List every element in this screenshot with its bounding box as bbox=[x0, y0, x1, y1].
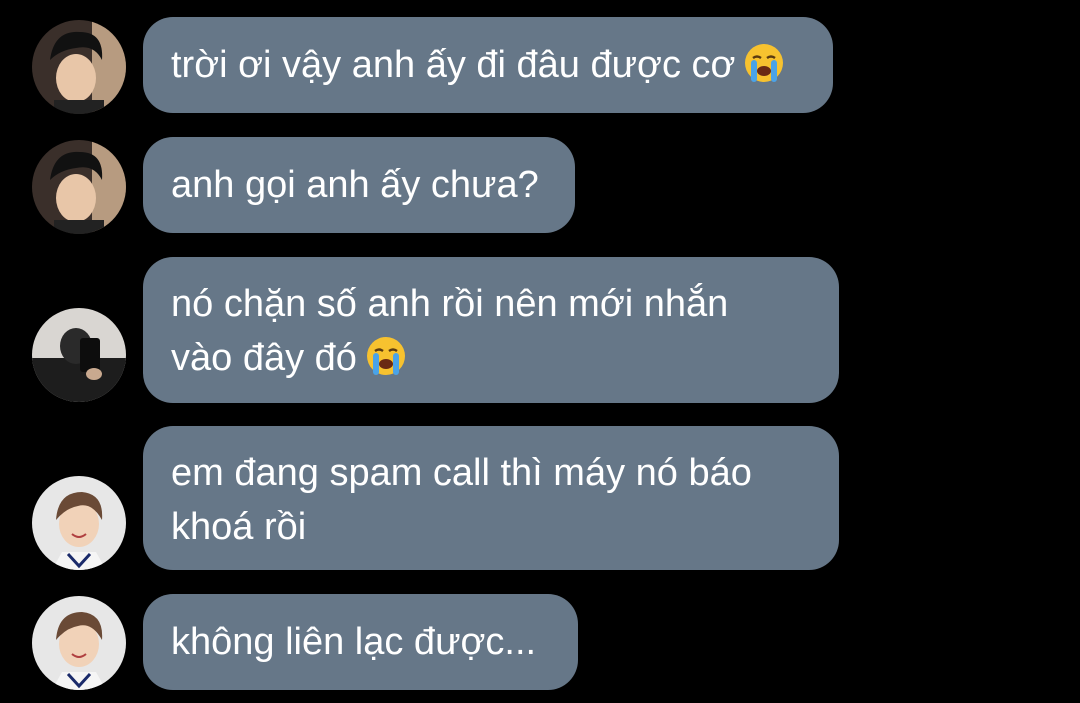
avatar-user-a-image bbox=[32, 20, 126, 114]
message-row: không liên lạc được... bbox=[0, 594, 1080, 690]
message-bubble[interactable]: trời ơi vậy anh ấy đi đâu được cơ bbox=[143, 17, 833, 113]
message-row: trời ơi vậy anh ấy đi đâu được cơ bbox=[0, 17, 1080, 114]
avatar-user-a-image bbox=[32, 140, 126, 234]
message-text: em đang spam call thì máy nó báo khoá rồ… bbox=[171, 452, 752, 548]
avatar-user-b-image bbox=[32, 308, 126, 402]
message-text: không liên lạc được... bbox=[171, 621, 537, 663]
message-text: trời ơi vậy anh ấy đi đâu được cơ bbox=[171, 44, 736, 86]
message-bubble[interactable]: anh gọi anh ấy chưa? bbox=[143, 137, 575, 233]
chat-thread: trời ơi vậy anh ấy đi đâu được cơ anh gọ… bbox=[0, 0, 1080, 703]
message-text: anh gọi anh ấy chưa? bbox=[171, 164, 539, 206]
message-text: nó chặn số anh rồi nên mới nhắn vào đây … bbox=[171, 283, 729, 379]
message-bubble[interactable]: không liên lạc được... bbox=[143, 594, 578, 690]
avatar-user-c-image bbox=[32, 476, 126, 570]
message-bubble[interactable]: em đang spam call thì máy nó báo khoá rồ… bbox=[143, 426, 839, 570]
message-row: em đang spam call thì máy nó báo khoá rồ… bbox=[0, 426, 1080, 570]
avatar[interactable] bbox=[32, 140, 126, 234]
avatar[interactable] bbox=[32, 476, 126, 570]
avatar[interactable] bbox=[32, 596, 126, 690]
avatar[interactable] bbox=[32, 20, 126, 114]
message-row: anh gọi anh ấy chưa? bbox=[0, 137, 1080, 234]
message-row: nó chặn số anh rồi nên mới nhắn vào đây … bbox=[0, 257, 1080, 403]
message-bubble[interactable]: nó chặn số anh rồi nên mới nhắn vào đây … bbox=[143, 257, 839, 403]
avatar-user-c-image bbox=[32, 596, 126, 690]
loudly-crying-face-icon bbox=[365, 335, 407, 377]
avatar[interactable] bbox=[32, 308, 126, 402]
loudly-crying-face-icon bbox=[743, 42, 785, 84]
